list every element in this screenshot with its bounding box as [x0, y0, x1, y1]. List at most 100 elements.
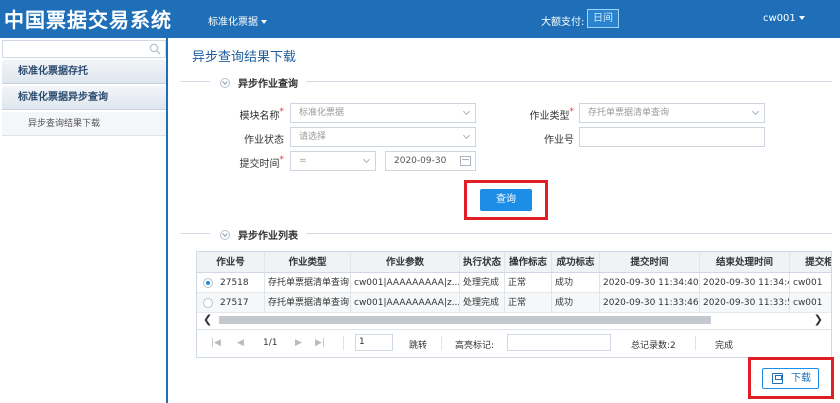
chevron-down-icon	[462, 107, 471, 116]
user-menu[interactable]: cw001	[763, 13, 805, 24]
module-label: 模块名称*	[220, 107, 285, 122]
sidebar-subitem-result-download[interactable]: 异步查询结果下载	[2, 112, 166, 136]
table-cell: 正常	[505, 293, 552, 312]
column-header[interactable]: 执行状态	[460, 252, 505, 272]
module-select[interactable]: 标准化票据	[290, 103, 476, 123]
table-cell: 27517	[217, 293, 265, 312]
divider	[180, 81, 210, 82]
total-records: 总记录数:2	[631, 341, 676, 351]
page-info: 1/1	[263, 338, 278, 348]
pay-status-badge: 日间	[587, 9, 619, 28]
table-row[interactable]: 27518 存托单票据清单查询 cw001|AAAAAAAAA|z... 处理完…	[197, 273, 831, 293]
submit-time-operator-select[interactable]: =	[290, 151, 376, 171]
divider	[306, 81, 832, 82]
column-header[interactable]: 结束处理时间	[700, 252, 790, 272]
collapse-toggle-icon	[220, 77, 230, 88]
jump-page-input[interactable]: 1	[355, 334, 393, 351]
list-section-header[interactable]: 异步作业列表	[220, 227, 298, 242]
required-mark: *	[569, 107, 575, 117]
table-cell: 成功	[552, 273, 600, 292]
sidebar-item-async-query[interactable]: 标准化票据异步查询	[2, 86, 166, 110]
row-radio[interactable]	[203, 278, 213, 288]
chevron-down-icon	[751, 107, 760, 116]
job-status-select[interactable]: 请选择	[290, 127, 476, 147]
pagination-bar: |◀ ◀ 1/1 ▶ ▶| 1 跳转 高亮标记: 总记录数:2 完成	[197, 329, 831, 357]
page-title: 异步查询结果下载	[192, 50, 297, 65]
divider	[180, 233, 210, 234]
column-header[interactable]: 操作标志	[505, 252, 552, 272]
chevron-down-icon	[362, 155, 371, 164]
job-status-placeholder: 请选择	[299, 132, 327, 142]
sidebar-item-deposit[interactable]: 标准化票据存托	[2, 60, 166, 84]
submit-operator-value: =	[299, 156, 307, 166]
module-select-value: 标准化票据	[299, 108, 345, 118]
next-page-icon[interactable]: ▶	[295, 338, 302, 348]
load-status: 完成	[715, 341, 734, 351]
table-cell: 2020-09-30 11:33:50	[700, 293, 790, 312]
table-cell: cw001|AAAAAAAAA|z...	[351, 273, 460, 292]
last-page-icon[interactable]: ▶|	[315, 338, 325, 348]
table-cell: 存托单票据清单查询	[265, 273, 351, 292]
table-cell: 处理完成	[460, 273, 505, 292]
divider	[695, 336, 696, 350]
collapse-toggle-icon	[220, 229, 230, 240]
divider	[306, 233, 832, 234]
job-type-select[interactable]: 存托单票据清单查询	[579, 103, 765, 123]
table-row[interactable]: 27517 存托单票据清单查询 cw001|AAAAAAAAA|z... 处理完…	[197, 293, 831, 313]
table-cell: 成功	[552, 293, 600, 312]
brand-title: 中国票据交易系统	[4, 8, 172, 32]
job-type-select-value: 存托单票据清单查询	[588, 108, 670, 118]
section-title: 异步作业查询	[238, 79, 298, 90]
jump-button[interactable]: 跳转	[409, 338, 427, 351]
table-cell: cw001	[790, 273, 831, 292]
row-radio[interactable]	[203, 298, 213, 308]
job-type-label-text: 作业类型	[529, 111, 570, 122]
job-no-label: 作业号	[544, 135, 574, 146]
query-section-header[interactable]: 异步作业查询	[220, 75, 298, 90]
column-header[interactable]: 提交柜	[790, 252, 831, 272]
required-mark: *	[279, 155, 285, 165]
table-cell: 正常	[505, 273, 552, 292]
top-header: 中国票据交易系统 标准化票据 大额支付: 日间 cw001	[0, 0, 840, 38]
scroll-left-icon[interactable]: ❮	[203, 314, 212, 326]
job-no-input[interactable]	[579, 127, 765, 147]
submit-time-label: 提交时间*	[220, 155, 285, 170]
job-list-table: 作业号 作业类型 作业参数 执行状态 操作标志 成功标志 提交时间 结束处理时间…	[196, 251, 832, 358]
submit-time-label-text: 提交时间	[239, 159, 280, 170]
nav-menu-standard-bills[interactable]: 标准化票据	[208, 13, 267, 28]
first-page-icon[interactable]: |◀	[211, 338, 221, 348]
highlight-label: 高亮标记:	[455, 341, 495, 351]
column-header[interactable]: 成功标志	[552, 252, 600, 272]
prev-page-icon[interactable]: ◀	[237, 338, 244, 348]
column-header[interactable]: 作业参数	[351, 252, 460, 272]
highlight-input[interactable]	[507, 334, 611, 351]
table-cell: cw001	[790, 293, 831, 312]
horizontal-scrollbar[interactable]: ❮ ❯	[197, 314, 831, 326]
column-header[interactable]: 作业号	[197, 252, 265, 272]
table-cell: 2020-09-30 11:34:41	[700, 273, 790, 292]
pay-label: 大额支付:	[541, 17, 585, 28]
column-header[interactable]: 提交时间	[600, 252, 700, 272]
scrollbar-thumb[interactable]	[219, 316, 711, 324]
table-cell: cw001|AAAAAAAAA|z...	[351, 293, 460, 312]
module-label-text: 模块名称	[239, 111, 280, 122]
section-title: 异步作业列表	[238, 231, 298, 242]
caret-down-icon	[261, 20, 267, 24]
sidebar-search-input[interactable]	[2, 40, 166, 58]
table-header: 作业号 作业类型 作业参数 执行状态 操作标志 成功标志 提交时间 结束处理时间…	[197, 252, 831, 273]
divider	[441, 336, 442, 350]
scroll-right-icon[interactable]: ❯	[814, 314, 823, 326]
table-cell: 处理完成	[460, 293, 505, 312]
table-cell: 2020-09-30 11:34:40	[600, 273, 700, 292]
required-mark: *	[279, 107, 285, 117]
job-type-label: 作业类型*	[508, 107, 575, 122]
user-name: cw001	[763, 13, 796, 24]
job-status-label: 作业状态	[244, 135, 284, 146]
nav-menu-label: 标准化票据	[208, 17, 258, 28]
column-header[interactable]: 作业类型	[265, 252, 351, 272]
submit-date-input[interactable]: 2020-09-30	[385, 151, 476, 171]
divider	[343, 336, 344, 350]
table-cell: 27518	[217, 273, 265, 292]
highlight-box-download	[748, 357, 834, 399]
calendar-icon[interactable]	[460, 156, 471, 166]
